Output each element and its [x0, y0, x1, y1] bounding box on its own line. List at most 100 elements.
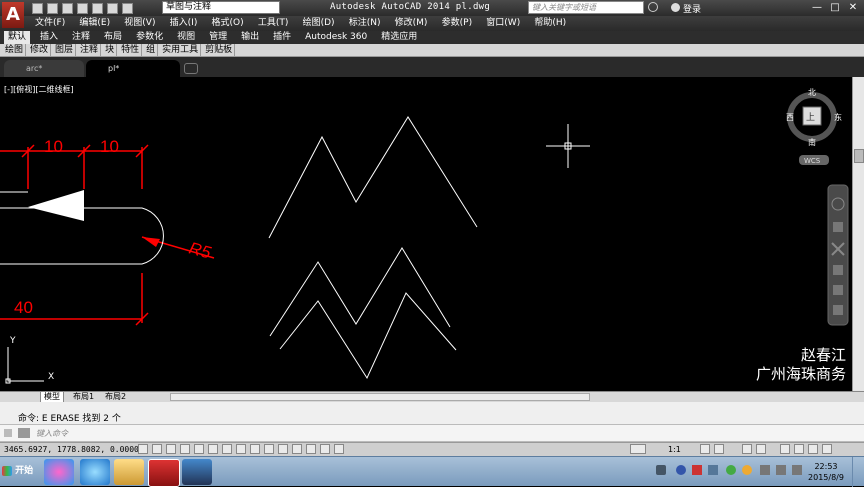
- panel-annotation[interactable]: 注释: [78, 44, 102, 56]
- tab-parametric[interactable]: 参数化: [132, 31, 167, 44]
- tray-app-icon[interactable]: [742, 465, 752, 475]
- close-cmd-icon[interactable]: [4, 429, 12, 437]
- doc-tab-pl[interactable]: pl*: [86, 60, 180, 77]
- vertical-scrollbar[interactable]: [852, 77, 864, 391]
- panel-utilities[interactable]: 实用工具: [160, 44, 202, 56]
- clean-screen-icon[interactable]: [822, 444, 832, 454]
- tab-output[interactable]: 输出: [237, 31, 263, 44]
- drawing-canvas[interactable]: 10 10 R5 40 Y X 上 北 南 东 西 WCS: [0, 77, 852, 391]
- open-icon[interactable]: [47, 2, 58, 14]
- autocad-taskbar-icon[interactable]: [148, 459, 180, 487]
- tab-insert[interactable]: 插入: [36, 31, 62, 44]
- autoscale-icon[interactable]: [714, 444, 724, 454]
- power-icon[interactable]: [776, 465, 786, 475]
- infer-icon[interactable]: [138, 444, 148, 454]
- horizontal-scrollbar[interactable]: [170, 393, 590, 401]
- viewcube-west[interactable]: 西: [786, 113, 794, 122]
- menu-window[interactable]: 窗口(W): [486, 17, 520, 30]
- snap-icon[interactable]: [152, 444, 162, 454]
- dyn-icon[interactable]: [264, 444, 274, 454]
- viewcube-north[interactable]: 北: [808, 88, 816, 97]
- start-button[interactable]: 开始: [2, 463, 40, 481]
- menu-draw[interactable]: 绘图(D): [303, 17, 335, 30]
- am-icon[interactable]: [334, 444, 344, 454]
- search-input[interactable]: 键入关键字或短语: [528, 1, 644, 14]
- minimize-button[interactable]: —: [808, 1, 826, 14]
- panel-block[interactable]: 块: [103, 44, 118, 56]
- showmotion-icon[interactable]: [833, 285, 843, 295]
- polar-icon[interactable]: [194, 444, 204, 454]
- workspace-dropdown[interactable]: 草图与注释: [162, 1, 280, 14]
- wcs-button[interactable]: WCS: [804, 157, 821, 165]
- new-tab-icon[interactable]: [184, 63, 198, 74]
- panel-clipboard[interactable]: 剪贴板: [203, 44, 236, 56]
- close-button[interactable]: ✕: [844, 1, 862, 14]
- cmd-prompt-icon[interactable]: [18, 428, 30, 438]
- qp-icon[interactable]: [306, 444, 316, 454]
- menu-file[interactable]: 文件(F): [35, 17, 65, 30]
- menu-help[interactable]: 帮助(H): [534, 17, 566, 30]
- ducs-icon[interactable]: [250, 444, 260, 454]
- menu-tools[interactable]: 工具(T): [258, 17, 289, 30]
- viewport-label[interactable]: [-][俯视][二维线框]: [4, 84, 74, 95]
- explorer-icon[interactable]: [114, 459, 144, 485]
- lock-icon[interactable]: [756, 444, 766, 454]
- volume-icon[interactable]: [792, 465, 802, 475]
- tab-manage[interactable]: 管理: [205, 31, 231, 44]
- menu-view[interactable]: 视图(V): [124, 17, 155, 30]
- keyboard-icon[interactable]: [656, 465, 666, 475]
- 3dosnap-icon[interactable]: [222, 444, 232, 454]
- otrack-icon[interactable]: [236, 444, 246, 454]
- antivirus-icon[interactable]: [692, 465, 702, 475]
- ie-icon[interactable]: [80, 459, 110, 485]
- menu-format[interactable]: 格式(O): [212, 17, 244, 30]
- panel-layers[interactable]: 图层: [53, 44, 77, 56]
- ortho-icon[interactable]: [180, 444, 190, 454]
- undo-icon[interactable]: [107, 2, 118, 14]
- search-icon[interactable]: [648, 2, 658, 12]
- menu-modify[interactable]: 修改(M): [395, 17, 428, 30]
- osnap-icon[interactable]: [208, 444, 218, 454]
- panel-properties[interactable]: 特性: [119, 44, 143, 56]
- panel-modify[interactable]: 修改: [28, 44, 52, 56]
- model-space-icon[interactable]: [630, 444, 646, 454]
- maximize-button[interactable]: □: [826, 1, 844, 14]
- print-icon[interactable]: [92, 2, 103, 14]
- menu-dimension[interactable]: 标注(N): [349, 17, 381, 30]
- status-menu-icon[interactable]: [808, 444, 818, 454]
- login-link[interactable]: 登录: [683, 2, 701, 15]
- lwt-icon[interactable]: [278, 444, 288, 454]
- grid-icon[interactable]: [166, 444, 176, 454]
- network-icon[interactable]: [726, 465, 736, 475]
- menu-parameters[interactable]: 参数(P): [442, 17, 472, 30]
- tab-annotate[interactable]: 注释: [68, 31, 94, 44]
- viewcube-south[interactable]: 南: [808, 137, 816, 147]
- pan-icon[interactable]: [833, 222, 843, 232]
- tab-layout[interactable]: 布局: [100, 31, 126, 44]
- tab-default[interactable]: 默认: [4, 31, 31, 44]
- redo-icon[interactable]: [122, 2, 133, 14]
- input-method-icon[interactable]: [708, 465, 718, 475]
- help-icon[interactable]: [676, 465, 686, 475]
- command-input[interactable]: 键入命令: [36, 428, 68, 439]
- app-menu-button[interactable]: A: [2, 2, 24, 28]
- doc-tab-arc[interactable]: arc*: [4, 60, 84, 77]
- viewcube-east[interactable]: 东: [834, 112, 842, 122]
- save-icon[interactable]: [62, 2, 73, 14]
- menu-insert[interactable]: 插入(I): [170, 17, 198, 30]
- new-icon[interactable]: [32, 2, 43, 14]
- nav-options-icon[interactable]: [833, 305, 843, 315]
- browser-app-icon[interactable]: [44, 459, 74, 485]
- viewcube-top[interactable]: 上: [806, 112, 815, 123]
- save-as-icon[interactable]: [77, 2, 88, 14]
- tpy-icon[interactable]: [292, 444, 302, 454]
- tab-layout1[interactable]: 布局1: [70, 392, 97, 402]
- action-center-icon[interactable]: [760, 465, 770, 475]
- tab-autodesk-360[interactable]: Autodesk 360: [301, 31, 371, 44]
- hardware-accel-icon[interactable]: [780, 444, 790, 454]
- tab-featured-apps[interactable]: 精选应用: [377, 31, 421, 44]
- annotation-scale[interactable]: 1:1: [668, 445, 681, 454]
- annotation-visibility-icon[interactable]: [700, 444, 710, 454]
- isolate-icon[interactable]: [794, 444, 804, 454]
- orbit-icon[interactable]: [833, 265, 843, 275]
